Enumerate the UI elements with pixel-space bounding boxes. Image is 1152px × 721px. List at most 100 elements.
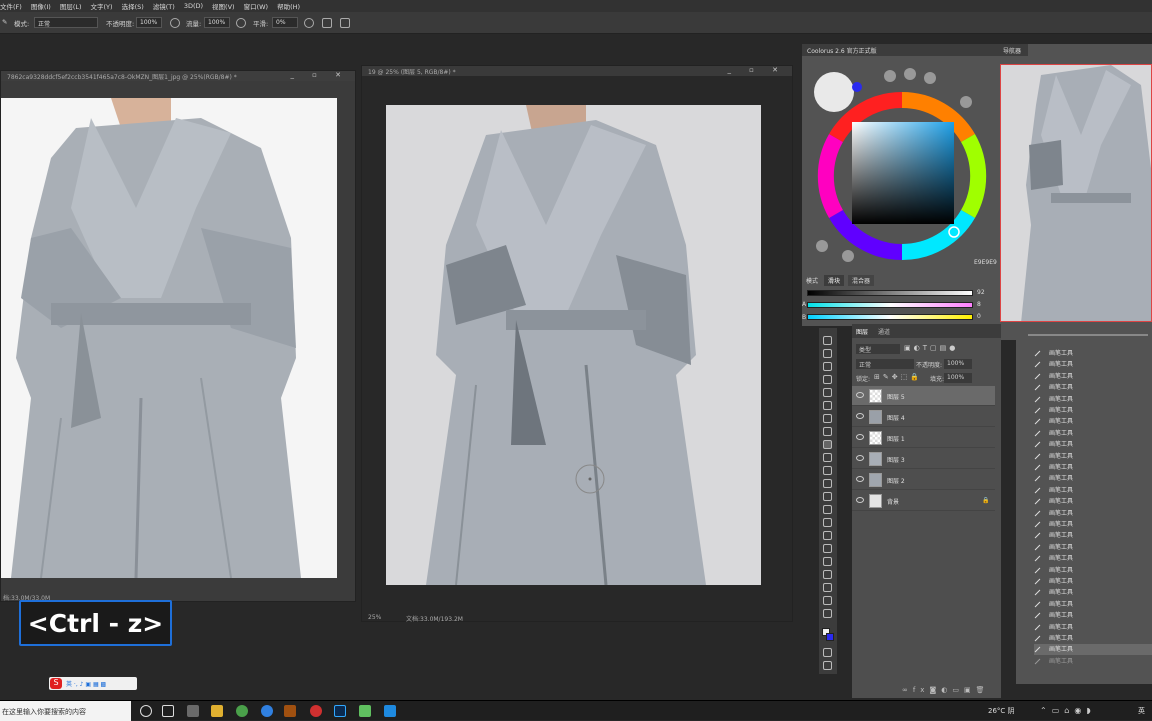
gradient-tool-icon[interactable] [823, 492, 832, 501]
settings-icon[interactable] [960, 96, 972, 108]
layer-row[interactable]: 图层 4 [852, 407, 995, 427]
palette-icon[interactable] [904, 68, 916, 80]
angle-icon[interactable] [322, 18, 332, 28]
history-item[interactable]: 画笔工具 [1034, 656, 1152, 667]
history-item[interactable]: 画笔工具 [1034, 473, 1152, 484]
screen-mode-icon[interactable] [823, 661, 832, 670]
lightness-slider[interactable] [807, 290, 973, 296]
navigator-tab[interactable]: 导航器 [998, 44, 1028, 56]
a-slider[interactable] [807, 302, 973, 308]
visibility-eye-icon[interactable] [856, 497, 864, 503]
app-green-icon[interactable] [359, 705, 371, 717]
menu-item-filter[interactable]: 滤镜(T) [153, 1, 175, 11]
visibility-eye-icon[interactable] [856, 413, 864, 419]
history-item[interactable]: 画笔工具 [1034, 553, 1152, 564]
swap-colors-icon[interactable] [816, 240, 828, 252]
taskbar-search-box[interactable]: 在这里输入你要搜索的内容 [0, 701, 131, 721]
pressure-opacity-icon[interactable] [170, 18, 180, 28]
hex-value[interactable]: E9E9E9 [974, 259, 997, 266]
history-item[interactable]: 画笔工具 [1034, 428, 1152, 439]
coolorus-mixer-tab[interactable]: 混合器 [848, 275, 875, 286]
history-item[interactable]: 画笔工具 [1034, 416, 1152, 427]
harmony-icon[interactable] [884, 70, 896, 82]
chrome-icon[interactable] [236, 705, 248, 717]
menu-item-help[interactable]: 帮助(H) [277, 1, 300, 11]
window-controls-main[interactable]: _ ▫ ✕ [727, 66, 786, 74]
color-wheel[interactable] [814, 88, 990, 264]
history-item[interactable]: 画笔工具 [1034, 359, 1152, 370]
history-item[interactable]: 画笔工具 [1034, 496, 1152, 507]
history-item[interactable]: 画笔工具 [1034, 371, 1152, 382]
type-tool-icon[interactable] [823, 544, 832, 553]
history-item[interactable]: 画笔工具 [1034, 622, 1152, 633]
smooth-input[interactable]: 0% [272, 17, 298, 28]
magic-wand-tool-icon[interactable] [823, 375, 832, 384]
layer-kind-filter[interactable]: 类型 [856, 344, 900, 354]
zoom-level[interactable]: 25% [368, 614, 381, 621]
path-selection-tool-icon[interactable] [823, 557, 832, 566]
history-item[interactable]: 画笔工具 [1034, 485, 1152, 496]
blur-tool-icon[interactable] [823, 505, 832, 514]
navigator-zoom-slider[interactable] [1028, 334, 1148, 336]
history-item[interactable]: 画笔工具 [1034, 530, 1152, 541]
coolorus-slider-tab[interactable]: 滑块 [824, 275, 845, 286]
coolorus-tab[interactable]: Coolorus 2.6 官方正式版 [802, 44, 998, 56]
mode-select[interactable]: 正常 [34, 17, 98, 28]
visibility-eye-icon[interactable] [856, 455, 864, 461]
tray-icons[interactable]: ⌃▭⌂◉◗ [1040, 706, 1096, 715]
brush-tool-active-icon[interactable] [823, 440, 832, 449]
brush-tool-icon[interactable]: ✎ [2, 18, 7, 26]
coolorus-mode-tab[interactable]: 模式 [806, 276, 818, 285]
menu-item-image[interactable]: 图像(I) [31, 1, 51, 11]
cortana-icon[interactable] [140, 705, 152, 717]
hand-tool-icon[interactable] [823, 583, 832, 592]
triad-icon[interactable] [924, 72, 936, 84]
painting-canvas[interactable] [386, 105, 761, 585]
layers-tab[interactable]: 图层 [856, 327, 868, 336]
channels-tab[interactable]: 通道 [878, 327, 890, 336]
marquee-tool-icon[interactable] [823, 349, 832, 358]
quick-mask-icon[interactable] [823, 648, 832, 657]
history-item[interactable]: 画笔工具 [1034, 405, 1152, 416]
visibility-eye-icon[interactable] [856, 434, 864, 440]
layer-row[interactable]: 背景 🔒 [852, 491, 995, 511]
layer-row[interactable]: 图层 5 [852, 386, 995, 406]
eraser-tool-icon[interactable] [823, 479, 832, 488]
history-item[interactable]: 画笔工具 [1034, 587, 1152, 598]
history-item[interactable]: 画笔工具 [1034, 610, 1152, 621]
lock-icons[interactable]: ⊞✎✥⬚🔒 [874, 373, 922, 381]
smoothing-settings-icon[interactable] [304, 18, 314, 28]
layer-opacity-input[interactable]: 100% [944, 359, 972, 369]
layer-filter-icons[interactable]: ▣◐T▢▤● [904, 344, 958, 352]
background-color-icon[interactable] [826, 633, 834, 641]
file-explorer-icon[interactable] [211, 705, 223, 717]
app-icon[interactable] [187, 705, 199, 717]
ime-toolbar[interactable]: S 英 ·, ♪ ▣ ▦ ▩ [49, 677, 137, 690]
history-item[interactable]: 画笔工具 [1034, 565, 1152, 576]
app-blue-icon[interactable] [384, 705, 396, 717]
move-tool-icon[interactable] [823, 336, 832, 345]
window-controls[interactable]: _ ▫ ✕ [290, 71, 349, 79]
layer-blend-mode-select[interactable]: 正常 [856, 359, 914, 369]
history-item[interactable]: 画笔工具 [1034, 382, 1152, 393]
visibility-eye-icon[interactable] [856, 476, 864, 482]
app-active-icon[interactable] [284, 705, 296, 717]
layer-footer-icons[interactable]: ∞fx◙◐▭▣🗑 [902, 686, 989, 694]
history-item[interactable]: 画笔工具 [1034, 394, 1152, 405]
more-tools-icon[interactable] [823, 609, 832, 618]
history-item[interactable]: 画笔工具 [1034, 644, 1152, 656]
menu-item-file[interactable]: 文件(F) [0, 1, 22, 11]
b-slider[interactable] [807, 314, 973, 320]
opacity-input[interactable]: 100% [136, 17, 162, 28]
history-item[interactable]: 画笔工具 [1034, 348, 1152, 359]
navigator-preview[interactable] [1000, 64, 1152, 322]
history-item[interactable]: 画笔工具 [1034, 542, 1152, 553]
menu-item-layer[interactable]: 图层(L) [60, 1, 82, 11]
fill-input[interactable]: 100% [944, 373, 972, 383]
menu-item-view[interactable]: 视图(V) [212, 1, 235, 11]
menu-item-select[interactable]: 选择(S) [122, 1, 144, 11]
flow-input[interactable]: 100% [204, 17, 230, 28]
rectangle-tool-icon[interactable] [823, 570, 832, 579]
history-item[interactable]: 画笔工具 [1034, 633, 1152, 644]
lasso-tool-icon[interactable] [823, 362, 832, 371]
